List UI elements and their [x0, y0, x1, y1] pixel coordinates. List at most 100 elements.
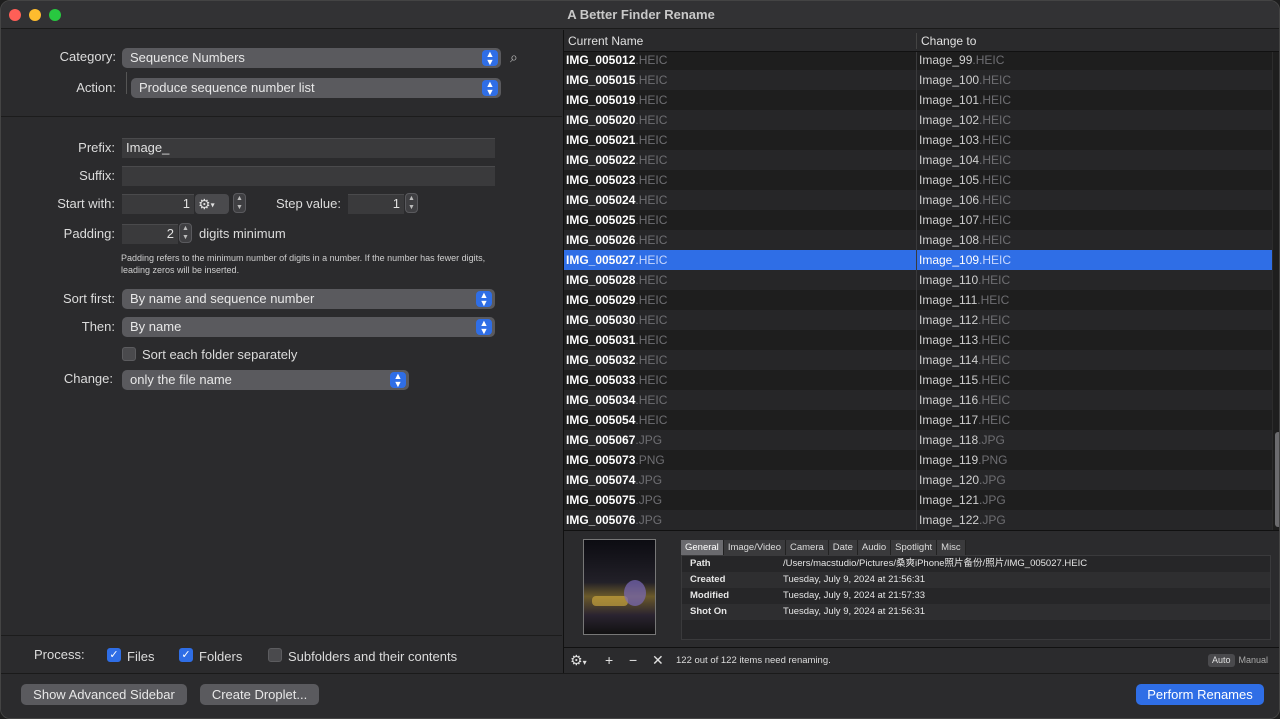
- table-row[interactable]: IMG_005015.HEIC Image_100.HEIC: [564, 70, 1272, 90]
- gear-menu-icon[interactable]: ⚙▾: [570, 652, 587, 669]
- change-label: Change:: [63, 371, 113, 386]
- files-checkbox[interactable]: ✓: [107, 648, 121, 662]
- sort-first-popup[interactable]: By name and sequence number ▲ ▼: [122, 289, 495, 309]
- table-row[interactable]: IMG_005031.HEIC Image_113.HEIC: [564, 330, 1272, 350]
- create-droplet-button[interactable]: Create Droplet...: [200, 684, 319, 705]
- column-current-name[interactable]: Current Name: [568, 34, 643, 48]
- table-row[interactable]: IMG_005012.HEIC Image_99.HEIC: [564, 52, 1272, 70]
- table-header: Current Name Change to: [564, 30, 1279, 52]
- current-name-cell: IMG_005020.HEIC: [566, 113, 668, 127]
- info-value: Tuesday, July 9, 2024 at 21:56:31: [783, 606, 926, 617]
- current-name-cell: IMG_005029.HEIC: [566, 293, 668, 307]
- info-tab[interactable]: Spotlight: [891, 540, 938, 555]
- chevron-updown-icon: ▲ ▼: [482, 50, 498, 67]
- sort-first-value: By name and sequence number: [130, 291, 315, 306]
- current-name-cell: IMG_005073.PNG: [566, 453, 665, 467]
- table-row[interactable]: IMG_005030.HEIC Image_112.HEIC: [564, 310, 1272, 330]
- scroll-thumb[interactable]: [1275, 432, 1279, 527]
- table-row[interactable]: IMG_005032.HEIC Image_114.HEIC: [564, 350, 1272, 370]
- chevron-updown-icon: ▲ ▼: [476, 319, 492, 336]
- table-row[interactable]: IMG_005029.HEIC Image_111.HEIC: [564, 290, 1272, 310]
- column-change-to[interactable]: Change to: [921, 34, 976, 48]
- perform-renames-button[interactable]: Perform Renames: [1136, 684, 1264, 705]
- info-tab[interactable]: Image/Video: [723, 540, 786, 555]
- table-row[interactable]: IMG_005019.HEIC Image_101.HEIC: [564, 90, 1272, 110]
- info-row: Modified Tuesday, July 9, 2024 at 21:57:3…: [682, 588, 1270, 604]
- info-tab[interactable]: Camera: [785, 540, 829, 555]
- table-row[interactable]: IMG_005027.HEIC Image_109.HEIC: [564, 250, 1272, 270]
- info-tab[interactable]: Date: [828, 540, 858, 555]
- remove-icon[interactable]: −: [629, 652, 637, 668]
- table-row[interactable]: IMG_005028.HEIC Image_110.HEIC: [564, 270, 1272, 290]
- current-name-cell: IMG_005067.JPG: [566, 433, 663, 447]
- add-icon[interactable]: +: [605, 652, 613, 668]
- sort-folder-label: Sort each folder separately: [142, 347, 298, 362]
- suffix-label: Suffix:: [79, 168, 115, 183]
- table-row[interactable]: IMG_005023.HEIC Image_105.HEIC: [564, 170, 1272, 190]
- table-row[interactable]: IMG_005054.HEIC Image_117.HEIC: [564, 410, 1272, 430]
- info-value: Tuesday, July 9, 2024 at 21:57:33: [783, 590, 926, 601]
- bottom-bar: Show Advanced Sidebar Create Droplet... …: [1, 673, 1279, 718]
- column-divider: [916, 52, 917, 530]
- info-tab[interactable]: Misc: [937, 540, 966, 555]
- change-to-cell: Image_109.HEIC: [919, 253, 1012, 267]
- manual-segment[interactable]: Manual: [1235, 654, 1273, 667]
- info-key: Shot On: [690, 606, 727, 617]
- current-name-cell: IMG_005012.HEIC: [566, 53, 668, 67]
- process-label: Process:: [34, 647, 85, 662]
- change-to-cell: Image_119.PNG: [919, 453, 1008, 467]
- sort-folder-checkbox[interactable]: [122, 347, 136, 361]
- table-row[interactable]: IMG_005021.HEIC Image_103.HEIC: [564, 130, 1272, 150]
- table-row[interactable]: IMG_005034.HEIC Image_116.HEIC: [564, 390, 1272, 410]
- table-row[interactable]: IMG_005024.HEIC Image_106.HEIC: [564, 190, 1272, 210]
- category-popup[interactable]: Sequence Numbers ▲ ▼: [122, 48, 501, 68]
- info-tabs: General Image/Video Camera Date Audio Spotlig…: [681, 540, 966, 555]
- search-icon[interactable]: ⌕: [510, 49, 518, 66]
- bracket-line: [126, 72, 127, 94]
- table-row[interactable]: IMG_005076.JPG Image_122.JPG: [564, 510, 1272, 530]
- gear-menu-button[interactable]: ⚙▾: [195, 194, 229, 214]
- padding-stepper[interactable]: ▲ ▼: [179, 223, 192, 243]
- table-row[interactable]: IMG_005067.JPG Image_118.JPG: [564, 430, 1272, 450]
- info-tab[interactable]: Audio: [857, 540, 892, 555]
- current-name-cell: IMG_005054.HEIC: [566, 413, 668, 427]
- current-name-cell: IMG_005031.HEIC: [566, 333, 668, 347]
- table-row[interactable]: IMG_005020.HEIC Image_102.HEIC: [564, 110, 1272, 130]
- table-row[interactable]: IMG_005033.HEIC Image_115.HEIC: [564, 370, 1272, 390]
- action-popup[interactable]: Produce sequence number list ▲ ▼: [131, 78, 501, 98]
- clear-icon[interactable]: ✕: [652, 652, 664, 669]
- table-row[interactable]: IMG_005025.HEIC Image_107.HEIC: [564, 210, 1272, 230]
- info-panel: General Image/Video Camera Date Audio Spotlig…: [564, 530, 1279, 647]
- show-advanced-sidebar-button[interactable]: Show Advanced Sidebar: [21, 684, 187, 705]
- table-row[interactable]: IMG_005075.JPG Image_121.JPG: [564, 490, 1272, 510]
- table-row[interactable]: IMG_005026.HEIC Image_108.HEIC: [564, 230, 1272, 250]
- current-name-cell: IMG_005024.HEIC: [566, 193, 668, 207]
- start-stepper[interactable]: ▲ ▼: [233, 193, 246, 213]
- photo-thumbnail: [583, 539, 656, 635]
- change-to-cell: Image_120.JPG: [919, 473, 1006, 487]
- then-popup[interactable]: By name ▲ ▼: [122, 317, 495, 337]
- info-tab[interactable]: General: [681, 540, 724, 555]
- current-name-cell: IMG_005076.JPG: [566, 513, 663, 527]
- step-input[interactable]: 1: [348, 194, 404, 214]
- change-to-cell: Image_116.HEIC: [919, 393, 1011, 407]
- padding-input[interactable]: 2: [122, 224, 178, 244]
- vertical-scrollbar[interactable]: [1272, 52, 1279, 530]
- auto-manual-segment[interactable]: Auto Manual: [1208, 654, 1272, 667]
- change-to-cell: Image_102.HEIC: [919, 113, 1012, 127]
- subfolders-checkbox[interactable]: [268, 648, 282, 662]
- change-popup[interactable]: only the file name ▲ ▼: [122, 370, 409, 390]
- auto-segment[interactable]: Auto: [1208, 654, 1235, 667]
- step-stepper[interactable]: ▲ ▼: [405, 193, 418, 213]
- change-to-cell: Image_112.HEIC: [919, 313, 1011, 327]
- suffix-input[interactable]: [122, 166, 495, 186]
- current-name-cell: IMG_005074.JPG: [566, 473, 663, 487]
- start-input[interactable]: 1: [122, 194, 194, 214]
- folders-checkbox[interactable]: ✓: [179, 648, 193, 662]
- prefix-input[interactable]: Image_: [122, 138, 495, 158]
- table-row[interactable]: IMG_005022.HEIC Image_104.HEIC: [564, 150, 1272, 170]
- table-row[interactable]: IMG_005073.PNG Image_119.PNG: [564, 450, 1272, 470]
- column-separator[interactable]: [916, 33, 917, 49]
- folders-label: Folders: [199, 649, 243, 664]
- table-row[interactable]: IMG_005074.JPG Image_120.JPG: [564, 470, 1272, 490]
